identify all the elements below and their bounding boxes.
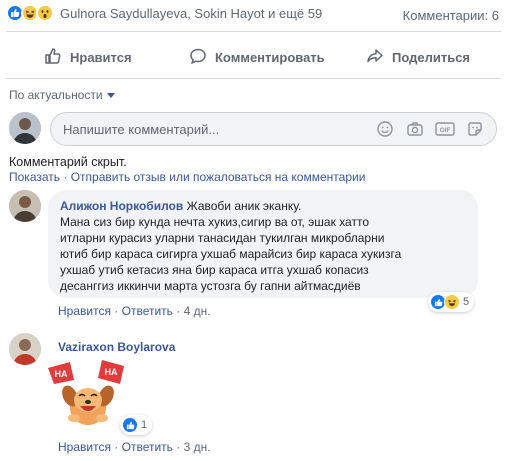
- avatar[interactable]: [9, 333, 41, 365]
- share-button[interactable]: Поделиться: [366, 47, 470, 68]
- divider: [6, 78, 501, 79]
- reaction-count: 5: [463, 296, 470, 308]
- wow-icon: [36, 4, 54, 22]
- comment-line: десанггиз иккинчи марта устозга бу гапни…: [60, 279, 361, 293]
- comment-icon: [189, 47, 207, 68]
- comment-time[interactable]: 3 дн.: [184, 440, 211, 454]
- comment-line: ухшаб утиб кетасиз яна бир караса итга у…: [60, 263, 369, 277]
- separator: ·: [60, 170, 71, 184]
- comment-like-link[interactable]: Нравится: [58, 304, 111, 318]
- like-icon: [122, 417, 138, 433]
- comment-like-link[interactable]: Нравится: [58, 440, 111, 454]
- divider: [6, 31, 501, 32]
- sticker-text: HA: [55, 369, 68, 379]
- comment-author[interactable]: Vaziraxon Boylarova: [58, 340, 175, 354]
- comment-input-box[interactable]: GIF: [50, 112, 497, 146]
- comment-time[interactable]: 4 дн.: [184, 304, 211, 318]
- comment-input[interactable]: [63, 121, 366, 137]
- comment-actions: Нравится · Ответить · 3 дн.: [58, 440, 211, 454]
- reaction-summary[interactable]: Gulnora Saydullayeva, Sokin Hayot и ещё …: [6, 4, 322, 22]
- haha-icon: [444, 294, 460, 310]
- comment-author[interactable]: Алижон Норкобилов: [60, 199, 183, 213]
- show-hidden-link[interactable]: Показать: [9, 170, 60, 184]
- sort-dropdown[interactable]: По актуальности: [9, 88, 115, 102]
- comment-actions: Нравится · Ответить · 4 дн.: [58, 304, 211, 318]
- thumbs-up-icon: [44, 47, 62, 68]
- emoji-icon[interactable]: [374, 118, 396, 140]
- comment-button-label: Комментировать: [215, 50, 325, 65]
- share-button-label: Поделиться: [392, 50, 471, 65]
- comment-button[interactable]: Комментировать: [189, 47, 325, 68]
- sticker[interactable]: HA HA: [48, 360, 128, 430]
- reaction-names[interactable]: Gulnora Saydullayeva, Sokin Hayot и ещё …: [60, 6, 322, 21]
- caret-down-icon: [106, 88, 115, 102]
- hidden-comment-links: Показать · Отправить отзыв или пожаловат…: [9, 170, 365, 184]
- comment-reactions[interactable]: 1: [120, 415, 153, 435]
- sticker-icon[interactable]: [464, 118, 486, 140]
- svg-text:GIF: GIF: [440, 127, 451, 134]
- separator: ·: [110, 304, 122, 318]
- comment-line: Мана сиз бир кунда нечта хукиз,сигир ва …: [60, 215, 369, 229]
- camera-icon[interactable]: [404, 118, 426, 140]
- avatar[interactable]: [9, 112, 41, 144]
- comment-reply-link[interactable]: Ответить: [122, 304, 173, 318]
- comments-count[interactable]: Комментарии: 6: [403, 8, 499, 23]
- hidden-comment-notice: Комментарий скрыт.: [9, 155, 127, 169]
- comment-line: итларни курасиз уларни танасидан тукилга…: [60, 231, 385, 245]
- separator: ·: [110, 440, 122, 454]
- like-button-label: Нравится: [70, 50, 132, 65]
- comment-text: Алижон Норкобилов Жавоби аник эканку.: [60, 198, 466, 214]
- comment-bubble: Алижон Норкобилов Жавоби аник эканку. Ма…: [48, 190, 478, 298]
- like-button[interactable]: Нравится: [44, 47, 132, 68]
- comment-line: ютиб бир караса сигирга ухшаб марайсиз б…: [60, 247, 402, 261]
- comment-reactions[interactable]: 5: [428, 292, 475, 312]
- share-icon: [366, 47, 384, 68]
- avatar[interactable]: [9, 190, 41, 222]
- comment-line: Жавоби аник эканку.: [186, 199, 302, 213]
- sort-label: По актуальности: [9, 88, 103, 102]
- separator: ·: [172, 304, 184, 318]
- feedback-link[interactable]: Отправить отзыв или пожаловаться на комм…: [71, 170, 366, 184]
- separator: ·: [172, 440, 184, 454]
- comment-reply-link[interactable]: Ответить: [122, 440, 173, 454]
- gif-icon[interactable]: GIF: [434, 118, 456, 140]
- reaction-count: 1: [141, 419, 148, 431]
- svg-text:HA: HA: [105, 367, 118, 377]
